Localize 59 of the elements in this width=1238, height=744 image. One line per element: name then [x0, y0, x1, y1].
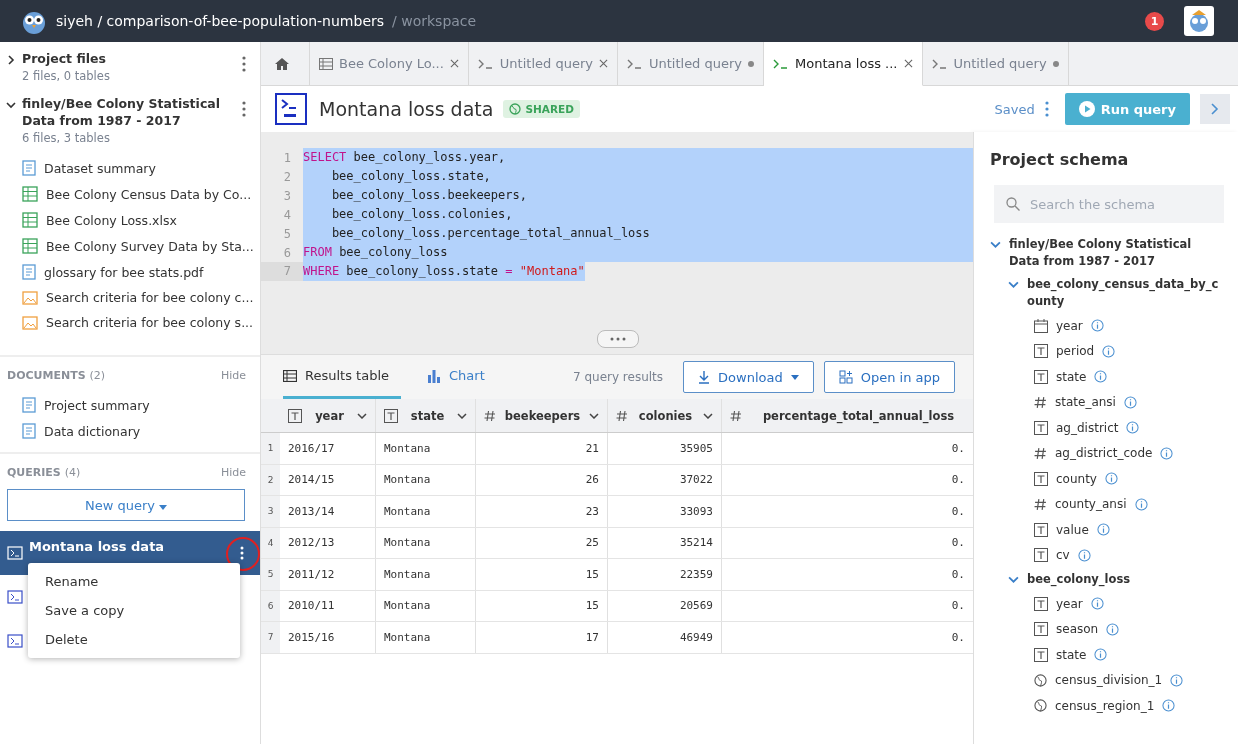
- table-cell-text: 0.: [950, 566, 966, 583]
- row-number: 2: [261, 464, 280, 495]
- documents-heading: DOCUMENTS (2): [7, 369, 105, 382]
- table-cell: 2013/14: [280, 496, 376, 527]
- table-cell: Montana: [376, 559, 476, 590]
- table-cell: Montana: [376, 590, 476, 621]
- table-cell: Montana: [376, 464, 476, 495]
- table-cell-text: 0.: [950, 598, 966, 615]
- query-title: Montana loss data: [319, 98, 494, 120]
- table-cell: 2011/12: [280, 559, 376, 590]
- table-cell-text: 0.: [950, 472, 966, 489]
- table-cell: 26: [476, 464, 608, 495]
- table-cell: 37022: [608, 464, 722, 495]
- table-cell: 23: [476, 496, 608, 527]
- table-cell: 22359: [608, 559, 722, 590]
- table-cell: Montana: [376, 527, 476, 558]
- result-count: 7 query results: [572, 370, 664, 384]
- table-cell: 2014/15: [280, 464, 376, 495]
- table-cell-text: 0.: [950, 440, 966, 457]
- table-cell: 35214: [608, 527, 722, 558]
- table-cell: 25: [476, 527, 608, 558]
- table-cell: 15: [476, 559, 608, 590]
- row-number: 3: [261, 496, 280, 527]
- table-cell-text: 0.: [950, 503, 966, 520]
- row-number: 1: [261, 433, 280, 464]
- table-cell: 46949: [608, 622, 722, 653]
- table-cell: 2012/13: [280, 527, 376, 558]
- shared-badge: SHARED: [503, 100, 580, 118]
- table-cell: Montana: [376, 433, 476, 464]
- table-cell: 21: [476, 433, 608, 464]
- schema-title: Project schema: [990, 150, 1130, 169]
- table-cell: 17: [476, 622, 608, 653]
- line-number: 2: [282, 169, 292, 184]
- table-cell: 2016/17: [280, 433, 376, 464]
- table-cell: 20569: [608, 590, 722, 621]
- queries-heading: QUERIES (4): [7, 466, 81, 479]
- table-cell: Montana: [376, 496, 476, 527]
- dataset-summary: 6 files, 3 tables: [22, 131, 111, 145]
- table-cell-text: 0.: [950, 535, 966, 552]
- line-number: 7: [261, 262, 303, 281]
- row-number: 5: [261, 559, 280, 590]
- line-number: 1: [282, 150, 292, 165]
- table-cell: 33093: [608, 496, 722, 527]
- line-number: 3: [282, 188, 292, 203]
- table-cell: 35905: [608, 433, 722, 464]
- row-number: 4: [261, 527, 280, 558]
- save-status: Saved: [994, 101, 1035, 117]
- table-cell: Montana: [376, 622, 476, 653]
- row-number: 6: [261, 590, 280, 621]
- line-number: 6: [282, 245, 292, 260]
- line-number: 5: [282, 226, 292, 241]
- table-cell: 15: [476, 590, 608, 621]
- table-cell: 2015/16: [280, 622, 376, 653]
- breadcrumb-section: / workspace: [392, 13, 477, 29]
- table-cell-text: 0.: [950, 629, 966, 646]
- row-number: 7: [261, 622, 280, 653]
- dataset-summary: 2 files, 0 tables: [22, 69, 111, 83]
- table-cell: 2010/11: [280, 590, 376, 621]
- line-number: 4: [282, 207, 292, 222]
